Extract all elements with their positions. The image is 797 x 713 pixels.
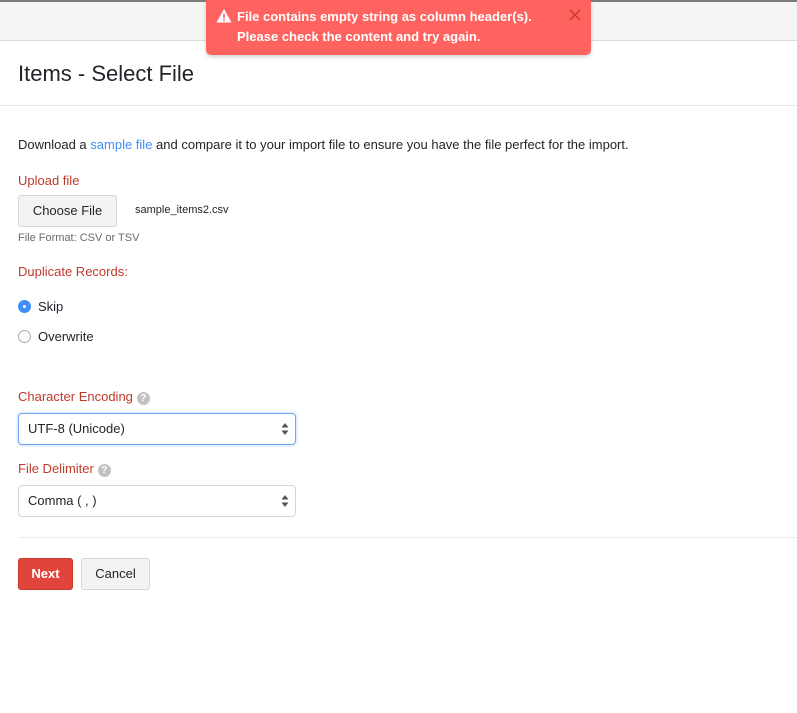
help-icon[interactable]: ? — [136, 392, 150, 405]
sample-file-link[interactable]: sample file — [90, 137, 152, 152]
radio-selected-icon[interactable] — [18, 300, 31, 313]
toast-message-line-1: File contains empty string as column hea… — [237, 9, 532, 24]
toast-message-line-2: Please check the content and try again. — [237, 29, 481, 44]
help-icon[interactable]: ? — [97, 464, 111, 477]
radio-unselected-icon[interactable] — [18, 330, 31, 343]
page-title: Items - Select File — [18, 61, 195, 86]
character-encoding-label-text: Character Encoding — [18, 389, 133, 404]
file-delimiter-value: Comma ( , ) — [28, 493, 97, 508]
radio-skip-label: Skip — [38, 299, 64, 314]
character-encoding-select[interactable]: UTF-8 (Unicode) — [18, 413, 296, 445]
close-icon[interactable] — [568, 8, 582, 22]
radio-skip[interactable]: Skip — [18, 299, 63, 314]
toast-message: File contains empty string as column hea… — [237, 7, 557, 47]
selected-file-name: sample_items2.csv — [135, 204, 229, 216]
form-divider — [18, 537, 797, 538]
warning-icon — [216, 9, 232, 23]
intro-text: Download a sample file and compare it to… — [18, 137, 629, 152]
file-delimiter-label: File Delimiter? — [18, 461, 111, 477]
cancel-button[interactable]: Cancel — [81, 558, 150, 590]
choose-file-button[interactable]: Choose File — [18, 195, 117, 227]
error-toast: File contains empty string as column hea… — [206, 0, 591, 55]
select-arrows-icon — [281, 423, 289, 435]
select-arrows-icon — [281, 495, 289, 507]
intro-suffix: and compare it to your import file to en… — [152, 137, 629, 152]
intro-prefix: Download a — [18, 137, 91, 152]
next-button[interactable]: Next — [18, 558, 73, 590]
character-encoding-value: UTF-8 (Unicode) — [28, 421, 125, 436]
character-encoding-label: Character Encoding? — [18, 389, 150, 405]
file-delimiter-label-text: File Delimiter — [18, 461, 94, 476]
file-format-hint: File Format: CSV or TSV — [18, 232, 140, 244]
file-delimiter-select[interactable]: Comma ( , ) — [18, 485, 296, 517]
upload-file-label: Upload file — [18, 173, 80, 188]
radio-overwrite[interactable]: Overwrite — [18, 329, 94, 344]
radio-overwrite-label: Overwrite — [38, 329, 94, 344]
duplicate-records-label: Duplicate Records: — [18, 264, 128, 279]
